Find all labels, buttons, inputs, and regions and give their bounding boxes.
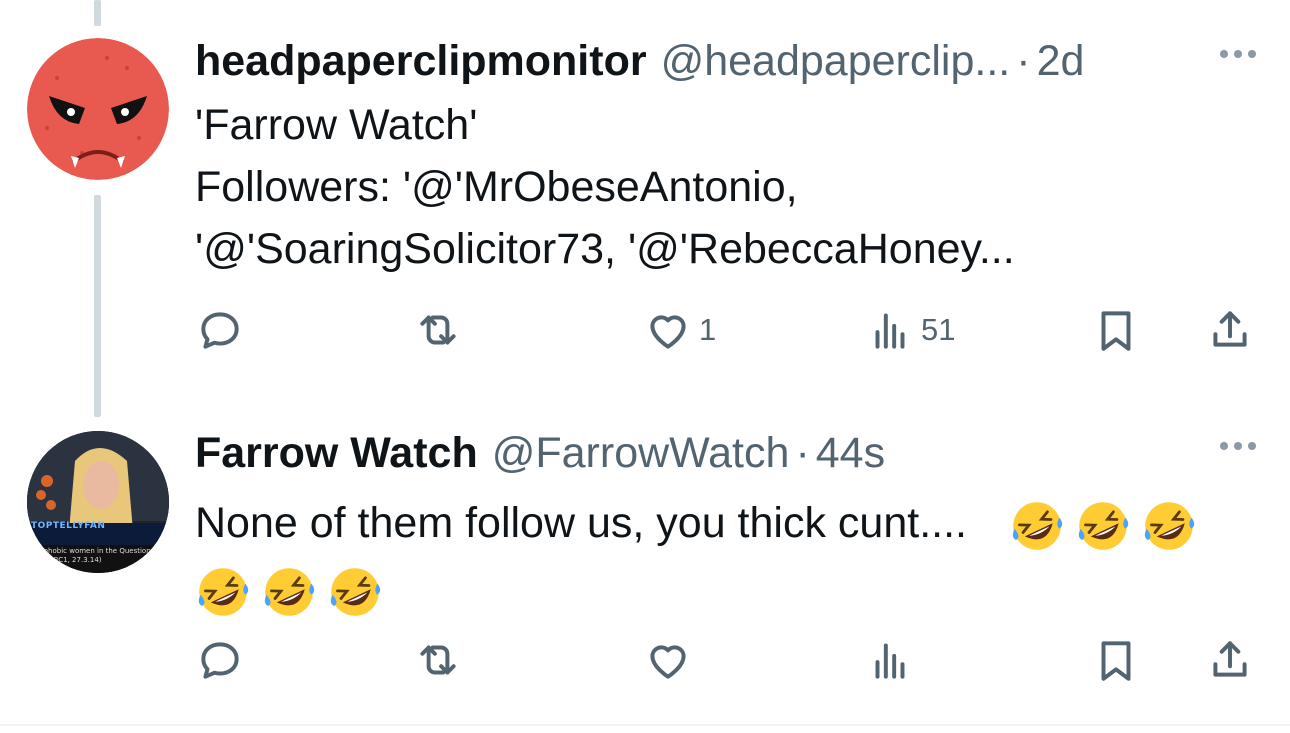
rolling-on-floor-laughing-emoji-icon (195, 564, 251, 620)
bookmark-icon (1101, 311, 1131, 351)
angry-red-face-avatar-icon (27, 38, 169, 180)
bookmark-icon (1101, 641, 1131, 681)
timestamp[interactable]: 44s (816, 428, 885, 478)
heart-icon (650, 315, 686, 349)
like-count: 1 (699, 312, 717, 347)
reply-button[interactable] (195, 300, 245, 360)
thread-line-top (94, 0, 101, 26)
rolling-on-floor-laughing-emoji-icon (1141, 498, 1197, 554)
view-count: 51 (921, 312, 956, 347)
tweet-text: None of them follow us, you thick cunt..… (195, 490, 1260, 622)
tweet-text: 'Farrow Watch' Followers: '@'MrObeseAnto… (195, 94, 1260, 280)
thread-line (94, 195, 101, 417)
tweet-header: Farrow Watch @FarrowWatch · 44s (195, 428, 1260, 478)
bookmark-button[interactable] (1091, 300, 1141, 360)
rolling-on-floor-laughing-emoji-icon (1075, 498, 1131, 554)
retweet-button[interactable] (413, 630, 463, 690)
avatar-caption: ...ce (BBC1, 27.3.14) (29, 556, 102, 564)
avatar-caption: ...sophobic women in the Question T... (29, 547, 163, 555)
reply-icon (201, 312, 239, 349)
reply-button[interactable] (195, 630, 245, 690)
tweet-text-line: '@'SoaringSolicitor73, '@'RebeccaHoney..… (195, 225, 1015, 273)
tweet-text-content: None of them follow us, you thick cunt..… (195, 499, 967, 547)
heart-icon (650, 645, 686, 679)
share-button[interactable] (1205, 300, 1255, 360)
display-name[interactable]: Farrow Watch (195, 428, 478, 478)
handle[interactable]: @FarrowWatch (492, 428, 790, 478)
timestamp[interactable]: 2d (1037, 36, 1085, 86)
tweet-header: headpaperclipmonitor @headpaperclip... ·… (195, 36, 1260, 86)
share-button[interactable] (1205, 630, 1255, 690)
like-button[interactable]: 1 (643, 300, 716, 360)
tweet[interactable]: Farrow Watch @FarrowWatch · 44s None of … (195, 428, 1260, 622)
retweet-icon (420, 315, 456, 345)
avatar-badge: TOPTELLYFAN (31, 521, 106, 531)
divider (0, 724, 1290, 726)
tweet-actions (195, 630, 1255, 690)
rolling-on-floor-laughing-emoji-icon (261, 564, 317, 620)
views-button[interactable]: 51 (865, 300, 955, 360)
views-chart-icon (875, 313, 905, 349)
retweet-icon (420, 645, 456, 675)
tweet-text-line: Followers: '@'MrObeseAntonio, (195, 163, 798, 211)
separator-dot: · (1016, 37, 1031, 85)
separator-dot: · (795, 429, 810, 477)
bookmark-button[interactable] (1091, 630, 1141, 690)
share-icon (1213, 311, 1247, 347)
tweet-text-line: 'Farrow Watch' (195, 101, 478, 149)
tweet[interactable]: headpaperclipmonitor @headpaperclip... ·… (195, 36, 1260, 280)
share-icon (1213, 641, 1247, 677)
more-options-icon[interactable] (1216, 436, 1260, 456)
views-chart-icon (875, 643, 905, 679)
retweet-button[interactable] (413, 300, 463, 360)
avatar[interactable]: TOPTELLYFAN ...sophobic women in the Que… (27, 431, 169, 573)
rolling-on-floor-laughing-emoji-icon (327, 564, 383, 620)
display-name[interactable]: headpaperclipmonitor (195, 36, 647, 86)
like-button[interactable] (643, 630, 693, 690)
reply-icon (201, 642, 239, 679)
more-options-icon[interactable] (1216, 44, 1260, 64)
tweet-actions: 1 51 (195, 300, 1255, 360)
rolling-on-floor-laughing-emoji-icon (1009, 498, 1065, 554)
views-button[interactable] (865, 630, 915, 690)
handle[interactable]: @headpaperclip... (661, 36, 1011, 86)
avatar[interactable] (27, 38, 169, 180)
